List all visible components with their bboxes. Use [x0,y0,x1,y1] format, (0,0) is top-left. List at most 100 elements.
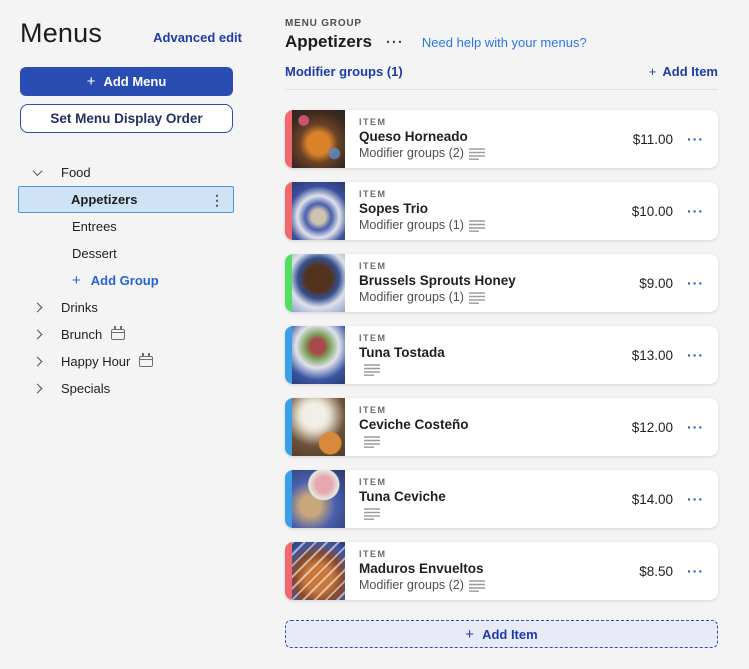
item-card[interactable]: ITEM Ceviche Costeño $12.00 ··· [285,398,718,456]
item-eyebrow: ITEM [359,405,387,415]
item-card-body: ITEM Ceviche Costeño [345,398,621,456]
item-meta: Modifier groups (1) [359,290,621,304]
description-lines-icon [364,363,380,376]
chevron-right-icon [32,302,43,313]
description-lines-icon [364,507,380,520]
item-more-icon[interactable]: ··· [687,564,704,578]
item-more-icon[interactable]: ··· [687,492,704,506]
kebab-menu-icon[interactable]: ⋮ [210,193,224,207]
item-price: $13.00 [631,347,673,363]
item-name: Tuna Tostada [359,345,445,360]
add-group-label: Add Group [90,273,159,288]
group-links-row: Modifier groups (1) + Add Item [285,64,718,79]
item-more-icon[interactable]: ··· [687,132,704,146]
set-menu-display-order-label: Set Menu Display Order [50,111,203,126]
calendar-icon [139,353,154,367]
add-group-button[interactable]: + Add Group [20,267,242,294]
item-more-icon[interactable]: ··· [687,420,704,434]
item-color-stripe [285,326,292,384]
tree-item-label: Happy Hour [61,354,131,369]
tree-item-label: Food [61,165,91,180]
item-color-stripe [285,470,292,528]
item-meta [359,434,621,448]
item-meta: Modifier groups (1) [359,218,621,232]
add-item-link-label: Add Item [662,64,718,79]
add-menu-button[interactable]: + Add Menu [20,67,233,96]
item-modifier-groups: Modifier groups (2) [359,578,464,592]
item-name: Ceviche Costeño [359,417,469,432]
tree-item-dessert[interactable]: Dessert [20,240,242,267]
chevron-right-icon [32,329,43,340]
menu-management-page: Menus Advanced edit + Add Menu Set Menu … [0,0,749,669]
item-more-icon[interactable]: ··· [687,348,704,362]
plus-icon: + [72,272,81,289]
item-color-stripe [285,182,292,240]
tree-item-label: Appetizers [71,192,138,207]
item-meta [359,362,621,376]
tree-item-happy-hour[interactable]: Happy Hour [20,348,242,375]
menu-tree: Food Appetizers ⋮ Entrees Dessert + Add … [18,159,242,402]
item-card-body: ITEM Maduros Envueltos Modifier groups (… [345,542,621,600]
item-photo [292,542,345,600]
item-name: Brussels Sprouts Honey [359,273,516,288]
item-photo [292,182,345,240]
tree-item-label: Specials [61,381,111,396]
add-item-dashed-button[interactable]: + Add Item [285,620,718,648]
item-card[interactable]: ITEM Queso Horneado Modifier groups (2) … [285,110,718,168]
page-title: Menus [20,18,103,48]
tree-item-appetizers[interactable]: Appetizers ⋮ [18,186,234,213]
more-options-icon[interactable]: ··· [386,35,404,50]
tree-item-entrees[interactable]: Entrees [20,213,242,240]
calendar-icon [111,326,126,340]
item-card-body: ITEM Queso Horneado Modifier groups (2) [345,110,621,168]
item-card[interactable]: ITEM Brussels Sprouts Honey Modifier gro… [285,254,718,312]
plus-icon: + [465,625,475,643]
description-lines-icon [364,435,380,448]
item-eyebrow: ITEM [359,549,387,559]
add-menu-button-label: Add Menu [103,74,167,89]
item-card[interactable]: ITEM Tuna Tostada $13.00 ··· [285,326,718,384]
item-color-stripe [285,398,292,456]
add-item-dashed-label: Add Item [482,626,538,642]
modifier-groups-link[interactable]: Modifier groups (1) [285,64,403,79]
tree-item-brunch[interactable]: Brunch [20,321,242,348]
add-item-link[interactable]: + Add Item [649,64,718,79]
description-lines-icon [468,579,485,592]
item-name: Sopes Trio [359,201,429,216]
item-eyebrow: ITEM [359,261,387,271]
item-name: Maduros Envueltos [359,561,484,576]
tree-item-specials[interactable]: Specials [20,375,242,402]
menu-group-title: Appetizers [285,32,372,51]
item-photo [292,326,345,384]
item-modifier-groups: Modifier groups (1) [359,290,464,304]
item-card[interactable]: ITEM Tuna Ceviche $14.00 ··· [285,470,718,528]
description-lines-icon [468,291,485,304]
item-meta: Modifier groups (2) [359,146,621,160]
set-menu-display-order-button[interactable]: Set Menu Display Order [20,104,233,133]
item-card[interactable]: ITEM Maduros Envueltos Modifier groups (… [285,542,718,600]
item-eyebrow: ITEM [359,117,387,127]
item-more-icon[interactable]: ··· [687,276,704,290]
item-price: $12.00 [631,419,673,435]
item-more-icon[interactable]: ··· [687,204,704,218]
menu-group-eyebrow: MENU GROUP [285,18,362,29]
tree-item-drinks[interactable]: Drinks [20,294,242,321]
item-price: $8.50 [639,563,673,579]
tree-item-label: Drinks [61,300,98,315]
chevron-right-icon [32,383,43,394]
item-photo [292,254,345,312]
item-card[interactable]: ITEM Sopes Trio Modifier groups (1) $10.… [285,182,718,240]
description-lines-icon [468,219,485,232]
tree-item-food[interactable]: Food [20,159,242,186]
chevron-right-icon [32,356,43,367]
item-photo [292,470,345,528]
item-eyebrow: ITEM [359,333,387,343]
item-modifier-groups: Modifier groups (2) [359,146,464,160]
item-photo [292,110,345,168]
item-card-body: ITEM Tuna Tostada [345,326,621,384]
tree-item-label: Entrees [72,219,117,234]
advanced-edit-link[interactable]: Advanced edit [153,30,242,49]
tree-item-label: Dessert [72,246,117,261]
help-link[interactable]: Need help with your menus? [422,35,587,50]
header-divider [285,89,718,90]
